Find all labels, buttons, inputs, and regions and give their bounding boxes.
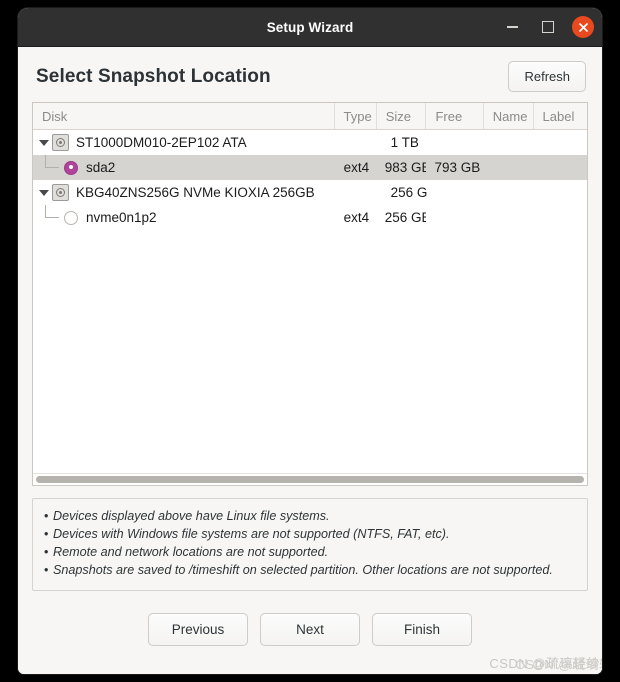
- column-header-label[interactable]: Label: [534, 103, 587, 129]
- cell-disk: ST1000DM010-2EP102 ATA: [33, 130, 334, 155]
- maximize-icon: [542, 21, 554, 33]
- previous-button[interactable]: Previous: [148, 612, 248, 646]
- window-content: Select Snapshot Location Refresh Disk Ty…: [18, 47, 602, 674]
- watermark: CSDN @疏璃轻纱 CSDN @疏璃轻纱: [489, 653, 602, 672]
- note-item: • Remote and network locations are not s…: [44, 544, 576, 562]
- note-text: Devices displayed above have Linux file …: [53, 509, 330, 523]
- cell-type: ext4: [343, 210, 370, 225]
- window-title: Setup Wizard: [266, 19, 354, 35]
- horizontal-scrollbar[interactable]: [33, 473, 587, 485]
- table-row[interactable]: sda2 ext4 983 GB 793 GB: [33, 155, 587, 180]
- disk-table-header: Disk Type Size Free Name Label: [33, 103, 587, 130]
- setup-wizard-window: Setup Wizard Select Snapshot Location Re…: [18, 8, 602, 674]
- table-row[interactable]: KBG40ZNS256G NVMe KIOXIA 256GB 256 GB: [33, 180, 587, 205]
- cell-type: ext4: [343, 160, 370, 175]
- cell-label: [533, 155, 587, 180]
- note-text: Remote and network locations are not sup…: [53, 544, 329, 559]
- column-header-size[interactable]: Size: [377, 103, 427, 129]
- disk-table-body: ST1000DM010-2EP102 ATA 1 TB sda2 ext4 98…: [33, 130, 587, 473]
- cell-label: [534, 180, 587, 205]
- chevron-down-icon[interactable]: [36, 189, 52, 196]
- close-button[interactable]: [572, 16, 594, 38]
- column-header-name[interactable]: Name: [484, 103, 534, 129]
- disk-tree-view[interactable]: Disk Type Size Free Name Label ST1000DM0…: [32, 102, 588, 486]
- cell-size: 983 GB: [384, 160, 427, 175]
- table-row[interactable]: nvme0n1p2 ext4 256 GB: [33, 205, 587, 230]
- watermark-text-overlay: CSDN @疏璃轻纱: [515, 657, 602, 672]
- bullet-icon: •: [44, 562, 49, 577]
- page-title: Select Snapshot Location: [36, 65, 271, 87]
- note-text: Snapshots are saved to /timeshift on sel…: [53, 562, 553, 577]
- cell-disk: KBG40ZNS256G NVMe KIOXIA 256GB: [33, 180, 334, 205]
- cell-label: [534, 130, 587, 155]
- note-item: • Devices with Windows file systems are …: [44, 526, 576, 544]
- cell-free: [427, 180, 484, 205]
- window-titlebar[interactable]: Setup Wizard: [18, 8, 602, 47]
- minimize-icon: [506, 26, 518, 28]
- chevron-down-icon[interactable]: [36, 139, 52, 146]
- cell-label: [533, 205, 587, 230]
- partition-radio-selected[interactable]: [64, 160, 78, 175]
- column-header-disk[interactable]: Disk: [33, 103, 335, 129]
- tree-branch-line: [36, 205, 64, 230]
- cell-name: [484, 205, 534, 230]
- cell-name: [484, 130, 534, 155]
- disk-icon: [52, 134, 69, 151]
- note-item: • Snapshots are saved to /timeshift on s…: [44, 562, 576, 580]
- maximize-button[interactable]: [536, 15, 560, 39]
- cell-type: [334, 130, 376, 155]
- column-header-free[interactable]: Free: [426, 103, 484, 129]
- cell-type: [334, 180, 376, 205]
- next-button[interactable]: Next: [260, 612, 360, 646]
- note-item: • Devices displayed above have Linux fil…: [44, 508, 576, 526]
- disk-icon: [52, 184, 69, 201]
- finish-button[interactable]: Finish: [372, 612, 472, 646]
- bullet-icon: •: [44, 544, 49, 559]
- cell-name: [484, 155, 534, 180]
- partition-name: nvme0n1p2: [86, 209, 157, 225]
- bullet-icon: •: [44, 526, 49, 541]
- column-header-type[interactable]: Type: [335, 103, 377, 129]
- page-header: Select Snapshot Location Refresh: [32, 47, 588, 102]
- refresh-button[interactable]: Refresh: [508, 61, 586, 92]
- cell-free: 793 GB: [434, 160, 481, 175]
- cell-size: 1 TB: [390, 135, 419, 150]
- note-text: Devices with Windows file systems are no…: [53, 526, 450, 541]
- info-notes-panel: • Devices displayed above have Linux fil…: [32, 498, 588, 591]
- scrollbar-thumb[interactable]: [36, 476, 584, 483]
- cell-name: [484, 180, 534, 205]
- partition-radio[interactable]: [64, 210, 78, 225]
- cell-free: [427, 130, 484, 155]
- cell-disk: sda2: [33, 155, 335, 180]
- disk-name: ST1000DM010-2EP102 ATA: [76, 134, 247, 150]
- bullet-icon: •: [44, 509, 49, 523]
- cell-disk: nvme0n1p2: [33, 205, 335, 230]
- tree-branch-line: [36, 155, 64, 180]
- close-icon: [578, 22, 588, 32]
- table-row[interactable]: ST1000DM010-2EP102 ATA 1 TB: [33, 130, 587, 155]
- disk-name: KBG40ZNS256G NVMe KIOXIA 256GB: [76, 184, 315, 200]
- cell-free: [426, 205, 483, 230]
- minimize-button[interactable]: [500, 15, 524, 39]
- window-controls: [500, 8, 594, 46]
- cell-size: 256 GB: [390, 185, 427, 200]
- partition-name: sda2: [86, 159, 116, 175]
- cell-size: 256 GB: [384, 210, 427, 225]
